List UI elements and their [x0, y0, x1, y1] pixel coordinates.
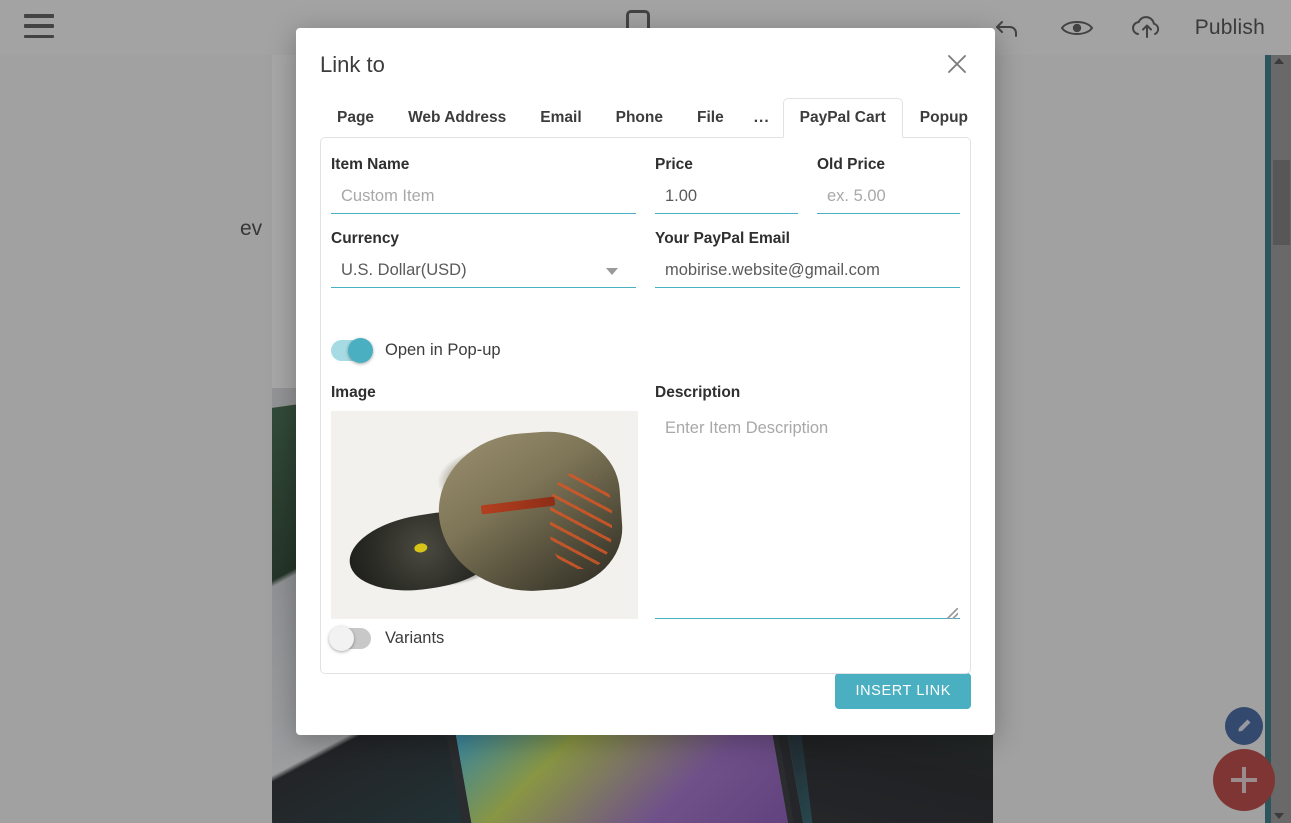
description-textarea-wrap — [655, 411, 960, 624]
description-label: Description — [655, 384, 741, 401]
item-name-label: Item Name — [331, 156, 410, 173]
price-input[interactable] — [655, 183, 798, 214]
toggle-knob — [348, 338, 373, 363]
tab-popup[interactable]: Popup — [903, 98, 985, 139]
paypal-email-label: Your PayPal Email — [655, 230, 790, 247]
variants-label: Variants — [385, 629, 445, 647]
dialog-footer: INSERT LINK — [320, 671, 971, 711]
insert-link-button[interactable]: INSERT LINK — [835, 673, 971, 709]
open-in-popup-label: Open in Pop-up — [385, 341, 501, 359]
field-currency: Currency — [331, 230, 636, 288]
field-paypal-email: Your PayPal Email — [655, 230, 960, 288]
paypal-email-input[interactable] — [655, 257, 960, 288]
tab-more-overflow[interactable]: ... — [741, 98, 783, 139]
field-description: Description — [655, 384, 960, 624]
variants-row: Variants — [329, 626, 445, 651]
link-type-tabs: Page Web Address Email Phone File ... Pa… — [320, 96, 971, 138]
product-image-thumbnail[interactable] — [331, 411, 638, 619]
close-icon[interactable] — [939, 46, 975, 82]
open-in-popup-toggle[interactable] — [331, 338, 373, 363]
currency-label: Currency — [331, 230, 400, 247]
price-label: Price — [655, 156, 693, 173]
chevron-down-icon — [606, 268, 618, 275]
toggle-knob — [329, 626, 354, 651]
image-label: Image — [331, 384, 376, 401]
tab-phone[interactable]: Phone — [599, 98, 680, 139]
field-item-name: Item Name — [331, 156, 636, 214]
currency-select[interactable] — [331, 257, 636, 288]
tab-file[interactable]: File — [680, 98, 741, 139]
field-price: Price — [655, 156, 798, 214]
tab-page[interactable]: Page — [320, 98, 391, 139]
field-old-price: Old Price — [817, 156, 960, 214]
app-root: ev Publish Link to Page Web Address Emai… — [0, 0, 1291, 823]
shoe-laces-shape — [550, 473, 612, 569]
item-name-input[interactable] — [331, 183, 636, 214]
old-price-input[interactable] — [817, 183, 960, 214]
tab-email[interactable]: Email — [523, 98, 598, 139]
tab-paypal-cart[interactable]: PayPal Cart — [782, 97, 903, 138]
open-in-popup-row: Open in Pop-up — [331, 338, 501, 363]
link-to-dialog: Link to Page Web Address Email Phone Fil… — [296, 28, 995, 735]
currency-select-wrap[interactable] — [331, 257, 636, 288]
tab-web-address[interactable]: Web Address — [391, 98, 523, 139]
description-textarea[interactable] — [655, 411, 960, 619]
paypal-cart-panel: Item Name Price Old Price Currency — [320, 137, 971, 674]
dialog-title: Link to — [320, 52, 385, 77]
variants-toggle[interactable] — [329, 626, 371, 651]
field-image: Image — [331, 384, 638, 619]
old-price-label: Old Price — [817, 156, 886, 173]
